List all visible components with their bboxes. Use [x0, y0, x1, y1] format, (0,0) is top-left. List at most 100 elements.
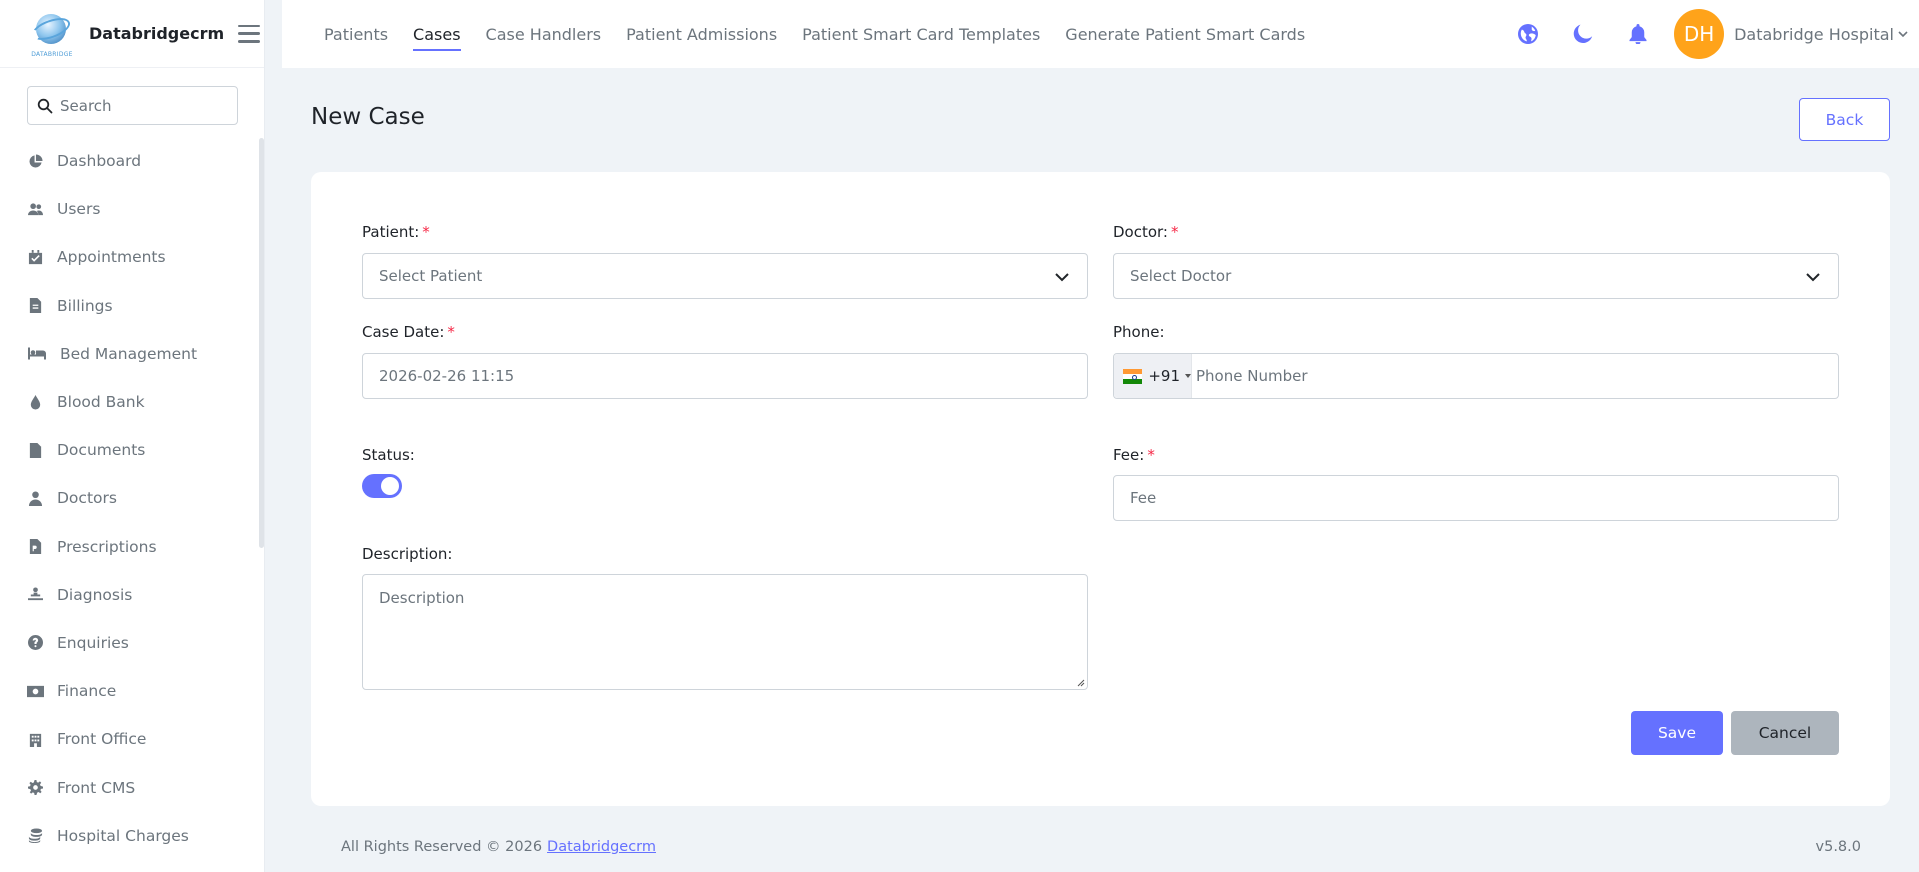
sidebar-item-users[interactable]: Users: [0, 185, 255, 233]
doctor-icon: [27, 490, 44, 507]
doctor-select[interactable]: Select Doctor: [1113, 253, 1839, 299]
india-flag-icon: [1123, 368, 1143, 384]
footer-link[interactable]: Databridgecrm: [547, 839, 656, 855]
sidebar-item-front-office[interactable]: Front Office: [0, 715, 255, 763]
user-menu[interactable]: Databridge Hospital: [1734, 25, 1909, 44]
app-version: v5.8.0: [1815, 839, 1861, 855]
sidebar-item-enquiries[interactable]: Enquiries: [0, 619, 255, 667]
sidebar-item-front-cms[interactable]: Front CMS: [0, 763, 255, 811]
sidebar-menu: Dashboard Users Appointments Billings Be…: [0, 137, 255, 860]
sidebar-item-prescriptions[interactable]: Prescriptions: [0, 523, 255, 571]
coins-icon: [27, 827, 44, 844]
user-name: Databridge Hospital: [1734, 24, 1894, 44]
fee-placeholder: Fee: [1130, 489, 1157, 507]
chevron-down-icon: [1055, 273, 1069, 282]
patient-select-value: Select Patient: [379, 267, 483, 285]
case-date-label: Case Date: *: [362, 323, 455, 341]
status-label: Status:: [362, 446, 415, 464]
sidebar-item-label: Prescriptions: [57, 537, 157, 556]
logo-tag: DATABRIDGE: [31, 50, 73, 58]
footer: All Rights Reserved © 2026 Databridgecrm: [341, 839, 656, 855]
phone-input[interactable]: +91 Phone Number: [1113, 353, 1839, 399]
patient-select[interactable]: Select Patient: [362, 253, 1088, 299]
users-icon: [27, 201, 44, 218]
bed-icon: [27, 345, 47, 362]
notification-bell-icon[interactable]: [1627, 23, 1649, 45]
sidebar-item-hospital-charges[interactable]: Hospital Charges: [0, 812, 255, 860]
sidebar-item-dashboard[interactable]: Dashboard: [0, 137, 255, 185]
brand-logo[interactable]: DATABRIDGE: [26, 8, 78, 60]
status-toggle[interactable]: [362, 474, 402, 498]
sidebar-search: [27, 86, 238, 125]
country-code-selector[interactable]: +91: [1114, 354, 1192, 398]
chevron-down-icon: [1898, 31, 1908, 38]
page-title: New Case: [311, 104, 425, 130]
search-input[interactable]: [60, 96, 230, 115]
sidebar-item-billings[interactable]: Billings: [0, 282, 255, 330]
pie-chart-icon: [27, 153, 44, 170]
sidebar-item-label: Documents: [57, 441, 146, 460]
sidebar-item-diagnosis[interactable]: Diagnosis: [0, 571, 255, 619]
case-date-input[interactable]: 2026-02-26 11:15: [362, 353, 1088, 399]
globe-icon[interactable]: [1517, 23, 1539, 45]
sidebar-item-label: Dashboard: [57, 152, 142, 171]
cancel-button[interactable]: Cancel: [1731, 711, 1839, 755]
patient-label: Patient: *: [362, 223, 430, 241]
nav-case-handlers[interactable]: Case Handlers: [486, 25, 602, 44]
sidebar-item-label: Hospital Charges: [57, 826, 189, 845]
sidebar-scrollbar[interactable]: [259, 138, 264, 548]
sidebar-item-bed-management[interactable]: Bed Management: [0, 330, 255, 378]
invoice-icon: [27, 297, 44, 314]
building-icon: [27, 731, 44, 748]
phone-label: Phone:: [1113, 323, 1165, 341]
description-label: Description:: [362, 545, 453, 563]
sidebar-item-doctors[interactable]: Doctors: [0, 474, 255, 522]
nav-cases[interactable]: Cases: [413, 25, 461, 51]
nav-patient-smart-card-templates[interactable]: Patient Smart Card Templates: [802, 25, 1040, 44]
sidebar-item-blood-bank[interactable]: Blood Bank: [0, 378, 255, 426]
sidebar-item-label: Appointments: [57, 248, 166, 267]
sidebar-item-appointments[interactable]: Appointments: [0, 233, 255, 281]
description-placeholder: Description: [379, 589, 465, 607]
brand-name: Databridgecrm: [89, 24, 225, 43]
sidebar-item-label: Finance: [57, 682, 117, 701]
hamburger-menu-icon[interactable]: [238, 24, 261, 43]
sidebar-item-label: Front Office: [57, 730, 147, 749]
brand: DATABRIDGE Databridgecrm: [0, 0, 264, 68]
description-textarea[interactable]: Description: [362, 574, 1088, 690]
sidebar-item-label: Doctors: [57, 489, 117, 508]
diagnosis-icon: [27, 586, 44, 603]
fee-input[interactable]: Fee: [1113, 475, 1839, 521]
avatar[interactable]: DH: [1674, 9, 1725, 59]
money-icon: [27, 683, 44, 700]
footer-copyright: All Rights Reserved © 2026: [341, 839, 543, 855]
phone-placeholder: Phone Number: [1196, 367, 1308, 385]
sidebar-item-label: Users: [57, 200, 101, 219]
nav-patients[interactable]: Patients: [324, 25, 388, 44]
resize-grip-icon[interactable]: [1076, 678, 1085, 687]
caret-down-icon: [1185, 374, 1191, 378]
sidebar-item-label: Blood Bank: [57, 393, 145, 412]
doctor-select-value: Select Doctor: [1130, 267, 1232, 285]
sidebar-item-label: Front CMS: [57, 778, 136, 797]
new-case-form: Patient: * Select Patient Doctor: * Select…: [311, 172, 1890, 806]
nav-patient-admissions[interactable]: Patient Admissions: [626, 25, 777, 44]
sidebar-item-finance[interactable]: Finance: [0, 667, 255, 715]
sidebar-item-label: Billings: [57, 296, 113, 315]
question-circle-icon: [27, 634, 44, 651]
file-icon: [27, 442, 44, 459]
top-nav: Patients Cases Case Handlers Patient Adm…: [324, 0, 1330, 68]
back-button[interactable]: Back: [1799, 98, 1890, 141]
case-date-value: 2026-02-26 11:15: [379, 367, 515, 385]
sidebar-item-label: Diagnosis: [57, 585, 133, 604]
prescription-icon: [27, 538, 44, 555]
save-button[interactable]: Save: [1631, 711, 1723, 755]
nav-generate-patient-smart-cards[interactable]: Generate Patient Smart Cards: [1065, 25, 1305, 44]
top-right-actions: DH Databridge Hospital: [1517, 0, 1919, 68]
fee-label: Fee: *: [1113, 446, 1155, 464]
dark-mode-moon-icon[interactable]: [1572, 23, 1594, 45]
sidebar-item-documents[interactable]: Documents: [0, 426, 255, 474]
top-navbar: Patients Cases Case Handlers Patient Adm…: [282, 0, 1919, 68]
dial-code: +91: [1148, 367, 1180, 385]
blood-drop-icon: [27, 394, 44, 411]
